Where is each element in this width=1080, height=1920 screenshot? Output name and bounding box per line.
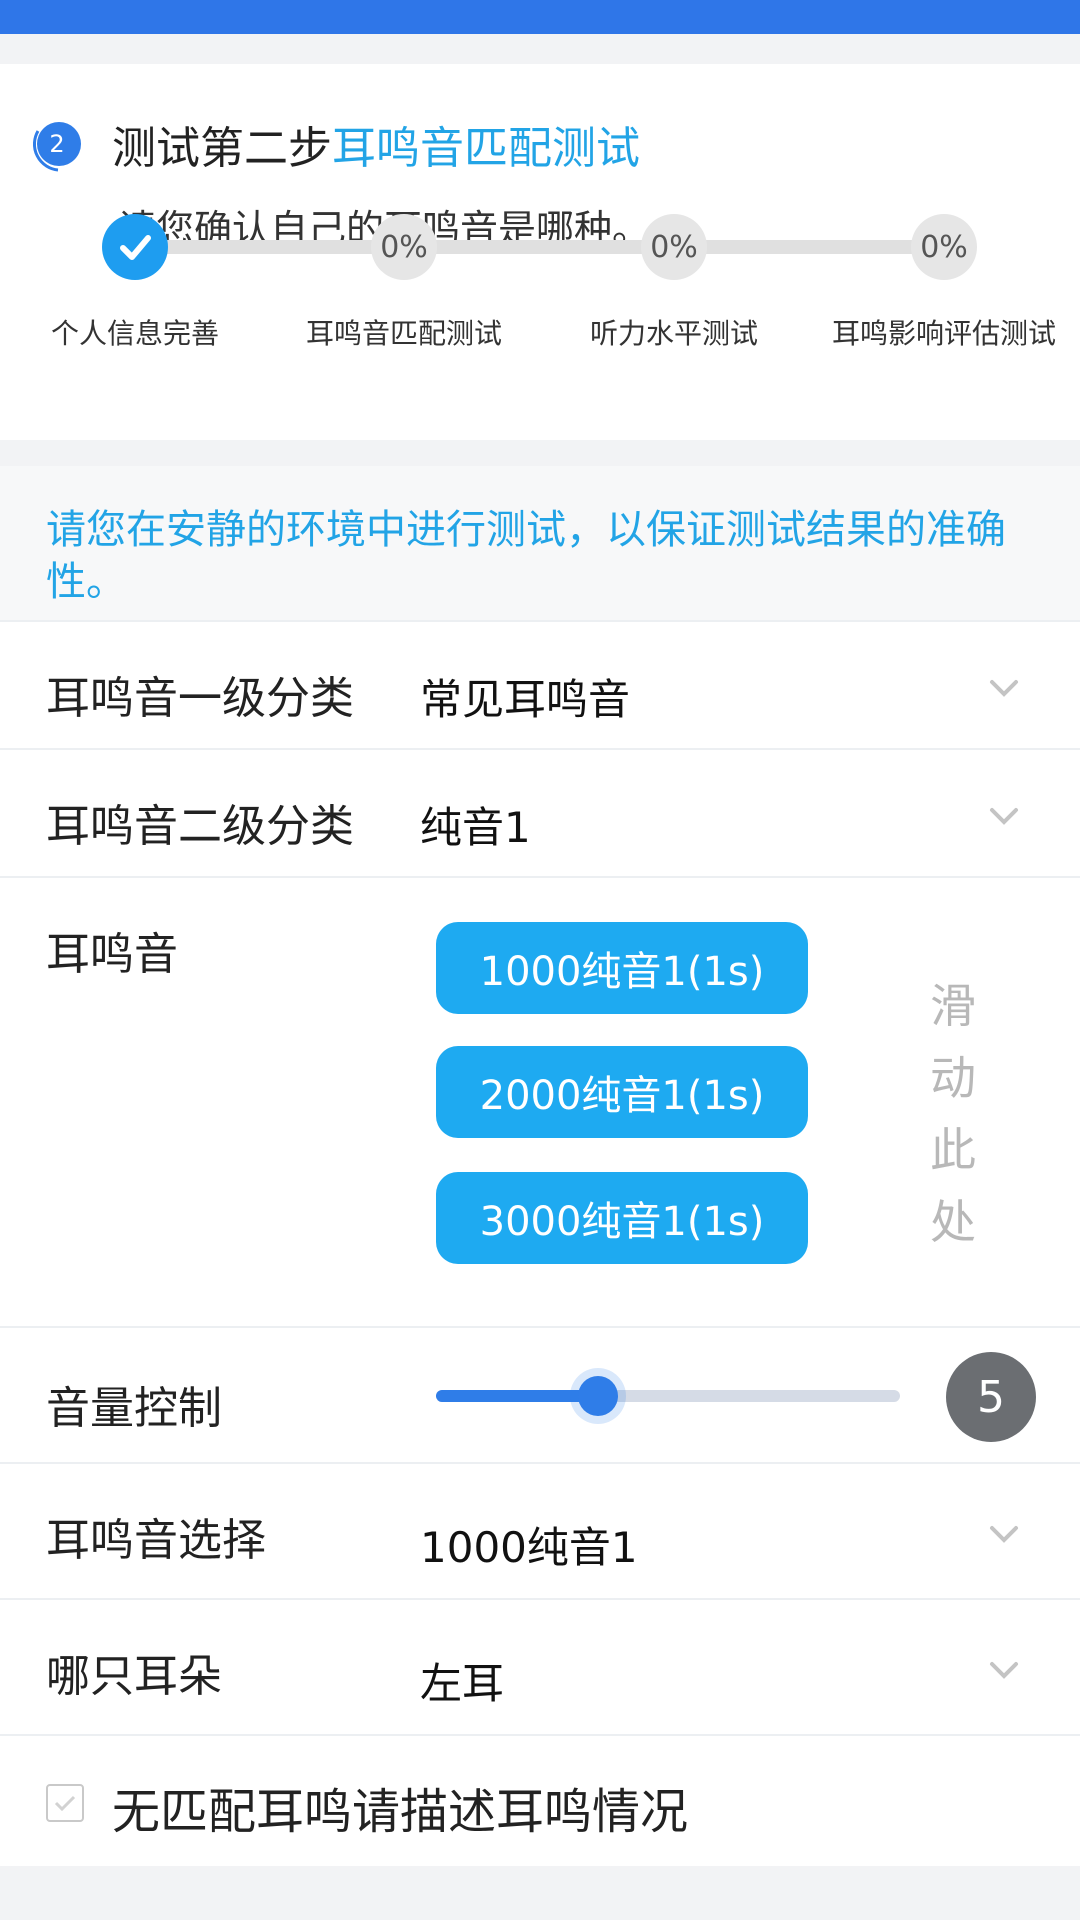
- category1-value[interactable]: 常见耳鸣音: [420, 666, 630, 727]
- volume-label: 音量控制: [46, 1383, 222, 1434]
- spacer: [0, 440, 1080, 466]
- selection-value[interactable]: 1000纯音1: [420, 1514, 638, 1575]
- scroll-hint-char: 滑: [930, 979, 976, 1033]
- progress-node-done: [102, 214, 168, 280]
- progress-node-percent: 0%: [371, 214, 437, 280]
- check-icon: [120, 235, 151, 260]
- category1-row[interactable]: 耳鸣音一级分类 常见耳鸣音: [0, 620, 1080, 748]
- category1-label: 耳鸣音一级分类: [46, 673, 354, 724]
- chevron-down-icon[interactable]: [984, 1514, 1024, 1554]
- progress-label: 个人信息完善: [50, 317, 219, 350]
- scroll-hint-char: 处: [930, 1195, 976, 1249]
- step-number-icon: 2: [28, 115, 86, 173]
- category2-row[interactable]: 耳鸣音二级分类 纯音1: [0, 748, 1080, 876]
- tinnitus-label: 耳鸣音: [46, 929, 178, 980]
- chevron-down-icon[interactable]: [984, 668, 1024, 708]
- step-title: 测试第二步耳鸣音匹配测试: [112, 112, 640, 176]
- progress-label: 耳鸣音匹配测试: [305, 317, 502, 350]
- tone-option-button[interactable]: 1000纯音1(1s): [436, 922, 808, 1014]
- scroll-hint-char: 此: [930, 1123, 976, 1177]
- step-title-row: 2 测试第二步耳鸣音匹配测试: [28, 104, 640, 184]
- tone-option-button[interactable]: 3000纯音1(1s): [436, 1172, 808, 1264]
- ear-value[interactable]: 左耳: [420, 1650, 504, 1711]
- volume-slider[interactable]: [436, 1376, 900, 1416]
- tone-option-button[interactable]: 2000纯音1(1s): [436, 1046, 808, 1138]
- progress-node-percent: 0%: [911, 214, 977, 280]
- category2-label: 耳鸣音二级分类: [46, 801, 354, 852]
- ear-row[interactable]: 哪只耳朵 左耳: [0, 1598, 1080, 1734]
- check-icon: [54, 1795, 76, 1812]
- progress-label: 听力水平测试: [589, 317, 758, 350]
- spacer: [0, 34, 1080, 64]
- selection-row[interactable]: 耳鸣音选择 1000纯音1: [0, 1462, 1080, 1598]
- selection-label: 耳鸣音选择: [46, 1515, 266, 1566]
- no-match-checkbox[interactable]: [46, 1784, 84, 1822]
- step-number: 2: [49, 130, 65, 158]
- ear-label: 哪只耳朵: [46, 1651, 222, 1702]
- chevron-down-icon[interactable]: [984, 796, 1024, 836]
- progress-track: [136, 240, 946, 254]
- progress-node-percent: 0%: [641, 214, 707, 280]
- notice-panel: 请您在安静的环境中进行测试，以保证测试结果的准确性。: [0, 466, 1080, 620]
- volume-slider-fill: [436, 1390, 599, 1402]
- notice-text: 请您在安静的环境中进行测试，以保证测试结果的准确性。: [46, 507, 1006, 605]
- status-bar: [0, 0, 1080, 34]
- volume-value-badge: 5: [946, 1352, 1036, 1442]
- step-title-highlight: 耳鸣音匹配测试: [332, 123, 640, 174]
- no-match-label[interactable]: 无匹配耳鸣请描述耳鸣情况: [112, 1772, 688, 1842]
- chevron-down-icon[interactable]: [984, 1650, 1024, 1690]
- step-title-prefix: 测试第二步: [112, 123, 332, 174]
- category2-value[interactable]: 纯音1: [420, 794, 531, 855]
- scroll-hint[interactable]: 滑 动 此 处: [918, 970, 988, 1258]
- progress-label: 耳鸣影响评估测试: [831, 317, 1056, 350]
- scroll-hint-char: 动: [930, 1051, 976, 1105]
